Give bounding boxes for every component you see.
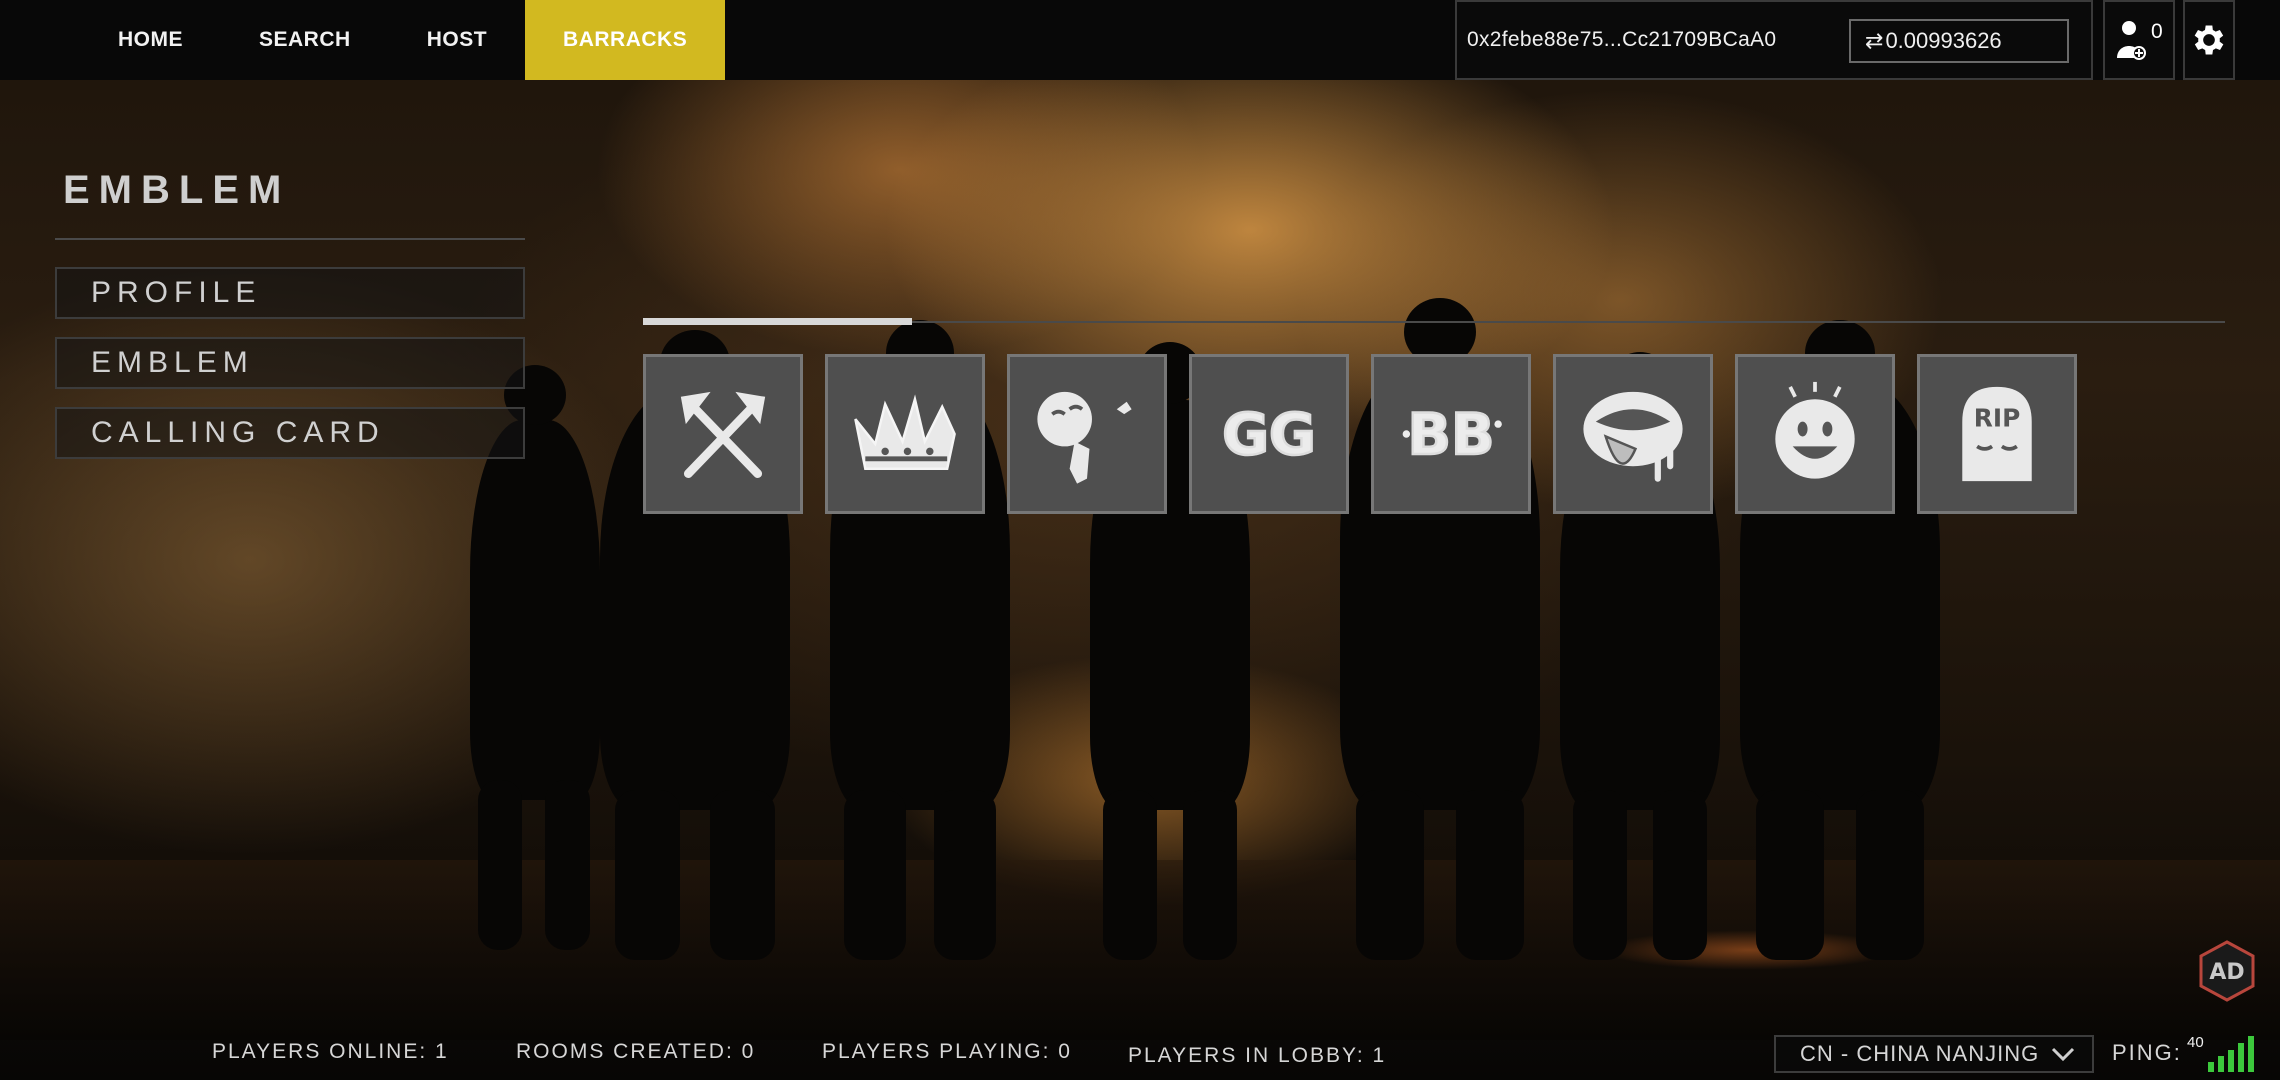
- signal-strength-icon: [2208, 1036, 2254, 1072]
- emblem-tile[interactable]: [825, 354, 985, 514]
- friends-button[interactable]: 0: [2103, 0, 2175, 80]
- svg-text:AD: AD: [2209, 960, 2244, 985]
- chevron-down-icon: [2051, 1047, 2075, 1062]
- swap-arrows-icon: ⇄: [1865, 28, 1884, 53]
- svg-text:GG: GG: [1222, 402, 1316, 468]
- background-scene: [0, 0, 2280, 1080]
- crown-icon: [854, 394, 956, 470]
- settings-button[interactable]: [2183, 0, 2235, 80]
- tab-barracks[interactable]: BARRACKS: [525, 0, 726, 80]
- emblem-tile[interactable]: [1007, 354, 1167, 514]
- soldier-silhouette: [470, 365, 600, 950]
- page-title: EMBLEM: [63, 168, 291, 212]
- sidebar-item-calling-card[interactable]: CALLING CARD: [55, 407, 525, 459]
- wallet-panel: 0x2febe88e75...Cc21709BCaA0 ⇄0.00993626: [1455, 0, 2093, 80]
- emblem-tile[interactable]: [1735, 354, 1895, 514]
- players-in-lobby-stat: PLAYERS IN LOBBY: 1: [1128, 1044, 1387, 1067]
- user-add-icon: [2117, 21, 2146, 60]
- svg-text:RIP: RIP: [1974, 404, 2021, 433]
- gear-icon: [2194, 25, 2224, 55]
- crossed-axes-icon: [680, 391, 766, 479]
- nav-tabs: HOME SEARCH HOST BARRACKS: [80, 0, 726, 80]
- region-value: CN - CHINA NANJING: [1800, 1041, 2040, 1066]
- wallet-balance-value: 0.00993626: [1885, 28, 2002, 53]
- emblem-tile[interactable]: [1553, 354, 1713, 514]
- background-floor-glint: [1600, 930, 1900, 970]
- ping-label: PING:: [2112, 1040, 2182, 1065]
- tab-host[interactable]: HOST: [389, 0, 525, 80]
- tab-search[interactable]: SEARCH: [221, 0, 389, 80]
- rooms-created-stat: ROOMS CREATED: 0: [516, 1040, 756, 1063]
- gg-text-icon: GG: [1221, 401, 1317, 469]
- players-online-stat: PLAYERS ONLINE: 1: [212, 1040, 449, 1063]
- emblem-scroll-thumb[interactable]: [643, 318, 912, 325]
- region-select[interactable]: CN - CHINA NANJING: [1774, 1035, 2094, 1073]
- svg-text:BB: BB: [1408, 402, 1495, 468]
- tab-home[interactable]: HOME: [80, 0, 221, 80]
- wallet-balance[interactable]: ⇄0.00993626: [1849, 19, 2069, 63]
- wallet-address[interactable]: 0x2febe88e75...Cc21709BCaA0: [1467, 28, 1776, 52]
- ad-logo-icon: AD: [2199, 940, 2255, 1002]
- title-divider: [55, 238, 525, 240]
- top-nav-bar: HOME SEARCH HOST BARRACKS 0x2febe88e75..…: [0, 0, 2280, 80]
- players-playing-stat: PLAYERS PLAYING: 0: [822, 1040, 1072, 1063]
- emblem-grid: GG BB RIP: [643, 354, 2077, 514]
- friend-count: 0: [2151, 20, 2163, 43]
- rip-tombstone-icon: RIP: [1962, 386, 2032, 482]
- smiley-face-icon: [1775, 381, 1855, 479]
- sidebar-item-emblem[interactable]: EMBLEM: [55, 337, 525, 389]
- sidebar-item-profile[interactable]: PROFILE: [55, 267, 525, 319]
- mouth-tongue-icon: [1583, 391, 1683, 482]
- emblem-tile[interactable]: [643, 354, 803, 514]
- emblem-tile[interactable]: BB: [1371, 354, 1531, 514]
- emblem-tile[interactable]: RIP: [1917, 354, 2077, 514]
- emblem-tile[interactable]: GG: [1189, 354, 1349, 514]
- ping-value: 40: [2187, 1034, 2204, 1051]
- bb-text-icon: BB: [1402, 401, 1502, 469]
- smoker-face-icon: [1037, 391, 1132, 484]
